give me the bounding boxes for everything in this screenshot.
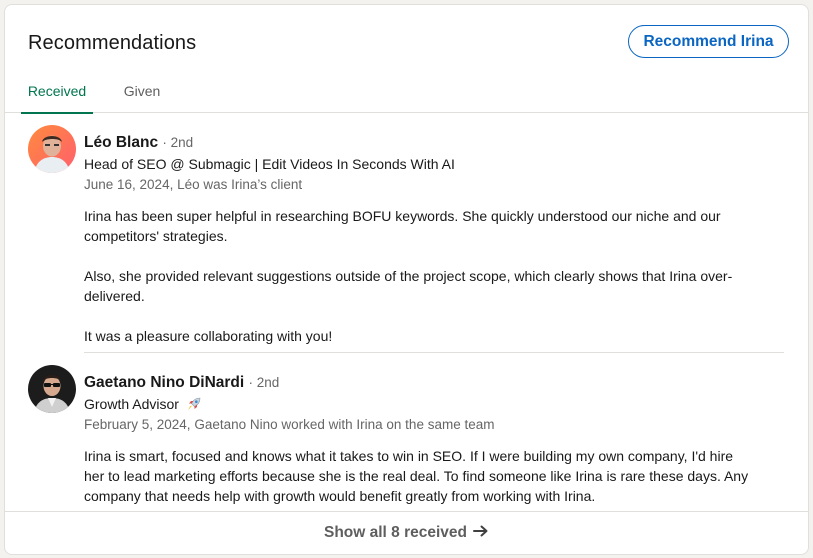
show-all-label: Show all 8 received	[323, 524, 467, 541]
section-title: Recommendations	[28, 32, 197, 54]
show-all-button[interactable]: Show all 8 received	[5, 511, 808, 554]
recommendation-text: Irina has been super helpful in research…	[84, 208, 721, 244]
avatar[interactable]	[28, 125, 76, 173]
recommender-name[interactable]: Gaetano Nino DiNardi	[84, 374, 244, 391]
recommendations-card: Recommendations Recommend Irina Received…	[4, 4, 809, 555]
recommendation-meta: February 5, 2024, Gaetano Nino worked wi…	[84, 417, 495, 432]
divider	[84, 352, 784, 353]
avatar[interactable]	[28, 365, 76, 413]
recommender-name-line: Léo Blanc · 2nd	[84, 134, 193, 152]
tab-received[interactable]: Received	[21, 69, 93, 114]
recommender-name[interactable]: Léo Blanc	[84, 134, 158, 151]
recommendation-text: Also, she provided relevant suggestions …	[84, 268, 733, 304]
rocket-icon	[186, 396, 202, 415]
connection-degree: · 2nd	[162, 135, 194, 150]
recommendation-meta: June 16, 2024, Léo was Irina’s client	[84, 177, 303, 192]
recommender-headline: Growth Advisor	[84, 396, 202, 415]
recommend-button[interactable]: Recommend Irina	[628, 25, 789, 58]
recommender-name-line: Gaetano Nino DiNardi · 2nd	[84, 374, 279, 392]
arrow-right-icon	[473, 523, 489, 543]
recommendation-text: Irina is smart, focused and knows what i…	[84, 448, 749, 504]
recommender-headline: Head of SEO @ Submagic | Edit Videos In …	[84, 156, 455, 172]
recommendation-text: It was a pleasure collaborating with you…	[84, 328, 333, 344]
section-header: Recommendations Recommend Irina	[5, 5, 808, 77]
connection-degree: · 2nd	[248, 375, 280, 390]
tab-given[interactable]: Given	[114, 69, 170, 113]
tab-bar: Received Given	[5, 69, 808, 114]
headline-text: Growth Advisor	[84, 396, 179, 412]
